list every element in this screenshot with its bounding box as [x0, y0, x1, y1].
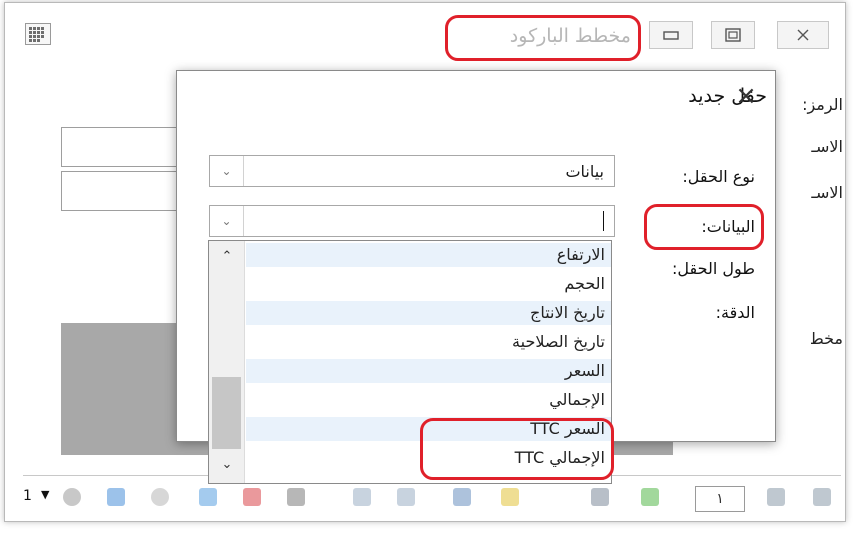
- last-page-icon[interactable]: [813, 488, 831, 506]
- undo-icon[interactable]: [287, 488, 305, 506]
- title-bar: مخطط الباركود: [5, 3, 845, 65]
- page-count: 1: [23, 488, 32, 504]
- link-icon[interactable]: [63, 488, 81, 506]
- filter-icon[interactable]: [151, 488, 169, 506]
- minimize-icon: [663, 31, 679, 40]
- text-cursor: [603, 211, 604, 231]
- list-item[interactable]: السعر TTC: [246, 417, 611, 441]
- save-icon[interactable]: [453, 488, 471, 506]
- chevron-down-icon[interactable]: ⌄: [210, 206, 244, 236]
- sort-icon[interactable]: [107, 488, 125, 506]
- close-icon: [797, 29, 809, 41]
- minimize-button[interactable]: [649, 21, 693, 49]
- precision-label: الدقة:: [715, 303, 755, 322]
- app-grid-icon[interactable]: [25, 23, 51, 45]
- name-input-2[interactable]: [61, 171, 191, 211]
- data-select[interactable]: ⌄: [209, 205, 615, 237]
- refresh-icon[interactable]: [199, 488, 217, 506]
- scheme-label: مخطط: [811, 329, 843, 348]
- page-number-input[interactable]: ١: [695, 486, 745, 512]
- maximize-icon: [725, 28, 741, 42]
- name-label-2: الاسـ: [811, 183, 843, 202]
- field-type-value: بيانات: [565, 162, 604, 181]
- prev-page-icon[interactable]: [641, 488, 659, 506]
- window-title: مخطط الباركود: [509, 25, 631, 47]
- favorite-icon[interactable]: [501, 488, 519, 506]
- chevron-up-icon[interactable]: ⌃: [209, 249, 245, 264]
- dialog-close-icon[interactable]: ×: [731, 81, 761, 111]
- list-item[interactable]: الإجمالي: [246, 388, 611, 412]
- field-length-label: طول الحقل:: [672, 259, 755, 278]
- page-count-dropdown-icon[interactable]: ▼: [41, 488, 49, 501]
- paste-icon[interactable]: [397, 488, 415, 506]
- dropdown-scrollbar[interactable]: ⌃ ⌄: [209, 241, 245, 483]
- data-dropdown-list[interactable]: ⌃ ⌄ الارتفاع الحجم تاريخ الانتاج تاريخ ا…: [208, 240, 612, 484]
- name-label-1: الاسـ: [811, 137, 843, 156]
- field-type-select[interactable]: ⌄ بيانات: [209, 155, 615, 187]
- maximize-button[interactable]: [711, 21, 755, 49]
- list-item[interactable]: الحجم: [246, 272, 611, 296]
- close-button[interactable]: [777, 21, 829, 49]
- name-input-1[interactable]: [61, 127, 191, 167]
- next-page-icon[interactable]: [767, 488, 785, 506]
- data-label: البيانات:: [701, 217, 755, 236]
- code-label: الرمز:: [802, 95, 843, 114]
- list-item[interactable]: السعر: [246, 359, 611, 383]
- copy-icon[interactable]: [353, 488, 371, 506]
- first-page-icon[interactable]: [591, 488, 609, 506]
- chevron-down-icon[interactable]: ⌄: [209, 457, 245, 472]
- list-item[interactable]: الإجمالي TTC: [246, 446, 611, 470]
- scroll-thumb[interactable]: [212, 377, 241, 449]
- chevron-down-icon[interactable]: ⌄: [210, 156, 244, 186]
- field-type-label: نوع الحقل:: [682, 167, 755, 186]
- delete-icon[interactable]: [243, 488, 261, 506]
- list-item[interactable]: تاريخ الصلاحية: [246, 330, 611, 354]
- list-item[interactable]: الارتفاع: [246, 243, 611, 267]
- list-item[interactable]: تاريخ الانتاج: [246, 301, 611, 325]
